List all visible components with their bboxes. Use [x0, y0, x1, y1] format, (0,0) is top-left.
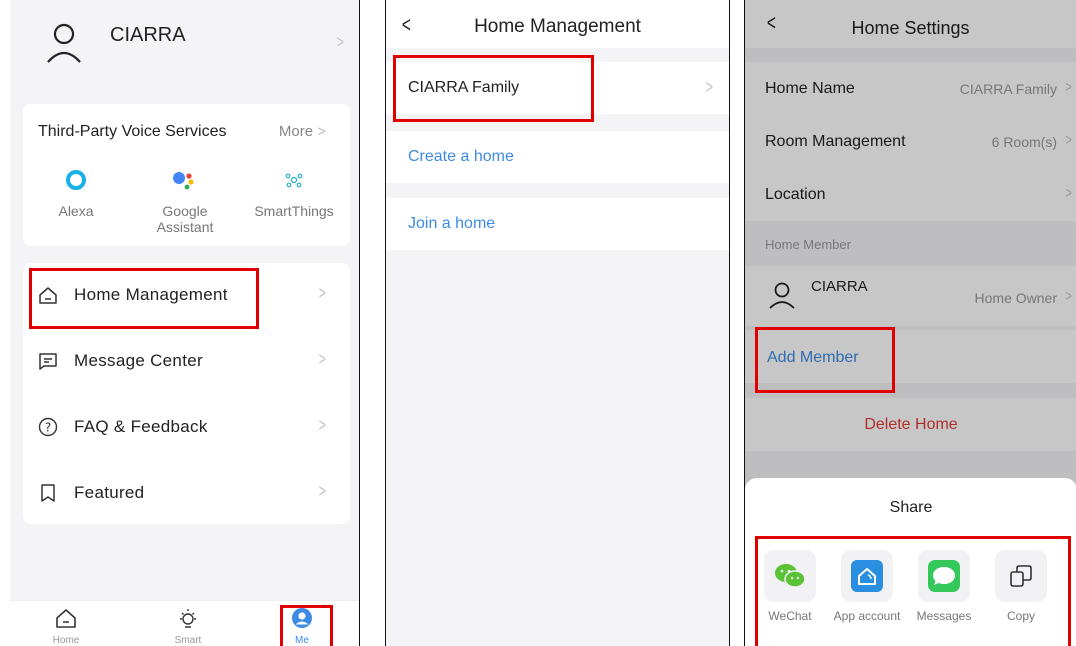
share-title: Share — [889, 499, 933, 516]
home-name: CIARRA Family — [408, 79, 520, 96]
home-tab-icon — [56, 609, 76, 628]
avatar-icon — [47, 23, 81, 63]
menu-label: Home Management — [74, 285, 228, 304]
smartthings-label: SmartThings — [254, 203, 334, 219]
menu-item-faq-feedback[interactable]: ? FAQ & Feedback > — [23, 395, 350, 461]
create-home-button[interactable]: Create a home — [386, 131, 729, 183]
me-screen: CIARRA > Third-Party Voice Services More… — [10, 0, 360, 646]
user-tab-icon — [292, 608, 312, 628]
menu-label: Message Center — [74, 351, 203, 370]
alexa-icon — [66, 170, 86, 190]
user-name: CIARRA — [110, 24, 186, 46]
voice-services-card: Third-Party Voice Services More > Alexa … — [23, 104, 350, 246]
join-home-label: Join a home — [408, 215, 496, 232]
menu-card: Home Management > Message Center > ? FAQ… — [23, 263, 350, 524]
menu-label: Featured — [74, 483, 145, 502]
messages-icon — [928, 560, 960, 592]
tab-label: Home — [52, 635, 80, 646]
tab-label: Smart — [174, 635, 202, 646]
share-label: WeChat — [768, 609, 812, 623]
chevron-right-icon: > — [319, 481, 327, 501]
menu-label: FAQ & Feedback — [74, 417, 208, 436]
menu-item-featured[interactable]: Featured > — [23, 461, 350, 527]
app-account-icon — [851, 560, 883, 592]
profile-header[interactable]: CIARRA > — [10, 0, 359, 95]
nav-bar: < Home Management — [386, 0, 729, 48]
menu-item-home-management[interactable]: Home Management > — [23, 263, 350, 329]
smartthings-service[interactable]: SmartThings — [244, 169, 344, 219]
share-app-account[interactable]: App account — [832, 550, 902, 623]
smartthings-icon — [285, 173, 303, 188]
chevron-right-icon: > — [337, 32, 345, 52]
home-icon — [39, 287, 57, 304]
google-assistant-service[interactable]: Google Assistant — [135, 169, 235, 235]
home-item-ciarra-family[interactable]: CIARRA Family > — [386, 62, 729, 114]
share-copy[interactable]: Copy — [986, 550, 1056, 623]
share-messages[interactable]: Messages — [909, 550, 979, 623]
home-management-screen: < Home Management CIARRA Family > Create… — [385, 0, 730, 646]
message-icon — [39, 353, 57, 370]
copy-icon — [1010, 565, 1032, 587]
empty-area — [386, 250, 729, 646]
share-label: Copy — [1006, 609, 1035, 623]
share-label: Messages — [916, 609, 972, 623]
tab-label: Me — [295, 635, 309, 646]
join-home-button[interactable]: Join a home — [386, 198, 729, 250]
tab-smart[interactable]: Smart — [158, 607, 218, 646]
sun-icon — [180, 609, 196, 628]
share-label: App account — [833, 609, 901, 623]
create-home-label: Create a home — [408, 148, 514, 165]
bookmark-icon — [41, 484, 55, 502]
menu-item-message-center[interactable]: Message Center > — [23, 329, 350, 395]
alexa-label: Alexa — [58, 203, 94, 219]
share-wechat[interactable]: WeChat — [755, 550, 825, 623]
chevron-right-icon: > — [319, 349, 327, 369]
more-link[interactable]: More > — [279, 123, 326, 140]
google-assistant-label: Google Assistant — [156, 203, 214, 235]
tab-me[interactable]: Me — [272, 607, 332, 646]
alexa-service[interactable]: Alexa — [26, 169, 126, 219]
chevron-right-icon: > — [319, 415, 327, 435]
google-assistant-icon — [173, 172, 194, 190]
tab-home[interactable]: Home — [36, 607, 96, 646]
svg-text:?: ? — [45, 421, 51, 435]
bottom-tab-bar: Home Smart Me — [10, 600, 359, 646]
home-settings-screen: < Home Settings Home Name CIARRA Family … — [744, 0, 1076, 646]
chevron-right-icon: > — [706, 77, 714, 97]
chevron-right-icon: > — [319, 283, 327, 303]
voice-services-title: Third-Party Voice Services — [38, 123, 227, 140]
help-icon: ? — [38, 417, 58, 437]
page-title: Home Management — [474, 16, 641, 37]
share-sheet: Share WeChat App account Messages Copy — [745, 478, 1076, 646]
wechat-icon — [775, 564, 806, 588]
